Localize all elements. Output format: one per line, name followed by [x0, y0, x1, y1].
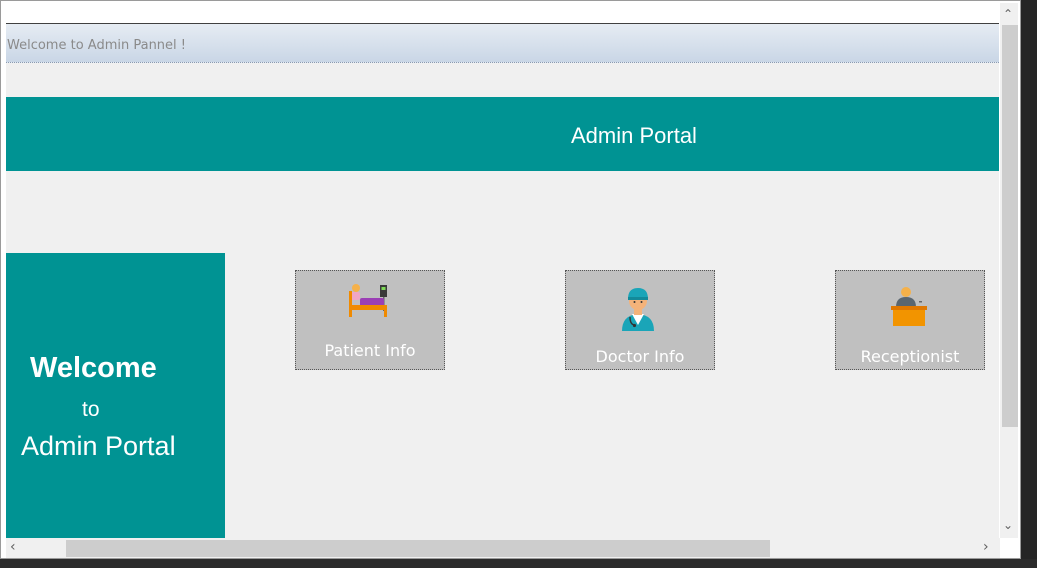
doctor-info-button[interactable]: Doctor Info: [565, 270, 715, 370]
scroll-right-icon[interactable]: ›: [983, 540, 989, 554]
receptionist-label: Receptionist: [860, 347, 960, 366]
vertical-scrollbar[interactable]: ⌃ ⌄: [1000, 3, 1018, 538]
welcome-panel: Welcome to Admin Portal: [6, 253, 225, 538]
welcome-line-3: Admin Portal: [21, 431, 176, 461]
scroll-left-icon[interactable]: ‹: [10, 540, 16, 554]
doctor-info-label: Doctor Info: [595, 347, 685, 366]
status-bar: Welcome to Admin Pannel !: [6, 24, 999, 63]
app-window: Welcome to Admin Pannel ! Admin Portal W…: [0, 0, 1021, 559]
background-edge: [1021, 0, 1037, 568]
horizontal-scrollbar[interactable]: ‹ ›: [6, 538, 1000, 558]
header-banner: Admin Portal: [6, 97, 999, 171]
vertical-scroll-thumb[interactable]: [1002, 25, 1018, 427]
status-text: Welcome to Admin Pannel !: [7, 38, 186, 53]
patient-info-button[interactable]: Patient Info: [295, 270, 445, 370]
title-strip: [6, 3, 999, 24]
patient-bed-icon: [349, 284, 387, 317]
welcome-line-1: Welcome: [30, 352, 157, 384]
scroll-up-icon[interactable]: ⌃: [1003, 7, 1013, 21]
admin-form: Welcome to Admin Pannel ! Admin Portal W…: [6, 24, 999, 538]
receptionist-desk-icon: [891, 287, 927, 326]
welcome-line-2: to: [82, 398, 100, 421]
doctor-icon: [622, 288, 654, 331]
patient-info-label: Patient Info: [324, 341, 416, 360]
background-bottom: [0, 559, 1037, 568]
header-title: Admin Portal: [571, 123, 697, 148]
scroll-down-icon[interactable]: ⌄: [1003, 518, 1013, 532]
horizontal-scroll-thumb[interactable]: [66, 540, 770, 557]
receptionist-button[interactable]: Receptionist: [835, 270, 985, 370]
